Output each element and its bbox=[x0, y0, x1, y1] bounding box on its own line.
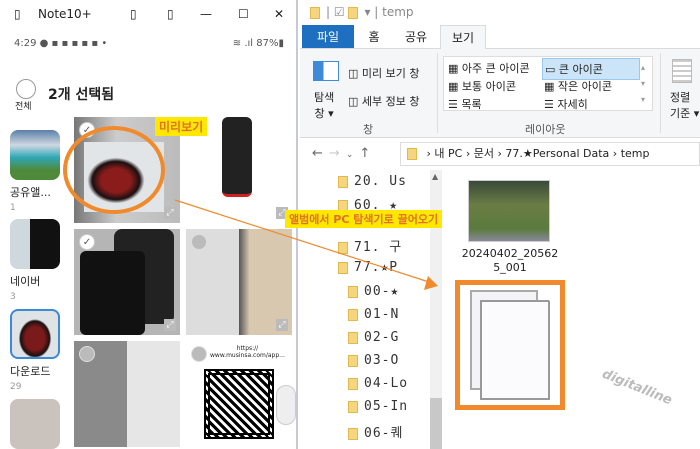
preview-annotation-label: 미리보기 bbox=[155, 117, 208, 136]
drag-annotation-label: 앨범에서 PC 탐색기로 끌어오기 bbox=[285, 210, 443, 228]
tab-view[interactable]: 보기 bbox=[440, 25, 486, 49]
